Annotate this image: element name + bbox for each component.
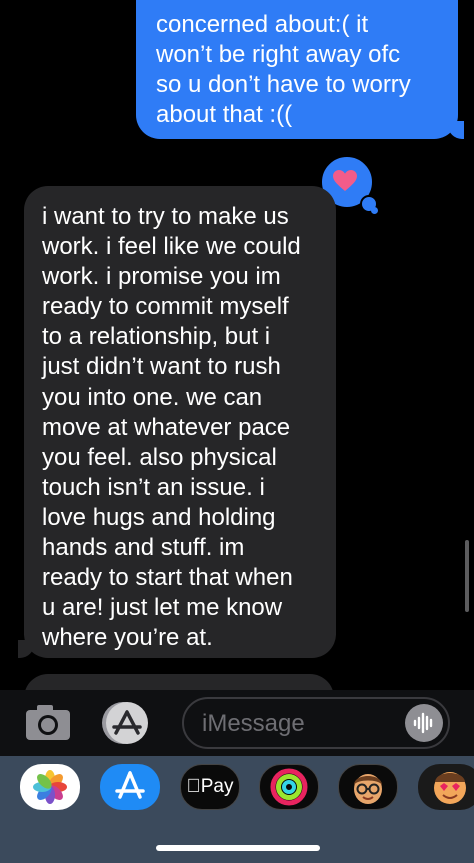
imessage-placeholder: iMessage	[202, 710, 305, 737]
audio-message-button[interactable]	[405, 704, 443, 742]
photos-app-button[interactable]	[20, 764, 80, 810]
fitness-app-button[interactable]	[259, 764, 319, 810]
scroll-indicator[interactable]	[465, 540, 469, 612]
received-message-bubble[interactable]: i want to try to make us work. i feel li…	[18, 186, 336, 658]
camera-icon	[26, 705, 70, 740]
memoji-stickers-app-button[interactable]	[418, 764, 474, 810]
memoji-app-button[interactable]	[338, 764, 398, 810]
camera-button[interactable]	[22, 700, 74, 746]
heart-icon	[333, 170, 357, 191]
apple-pay-app-button[interactable]: Pay	[180, 764, 240, 810]
sent-message-bubble[interactable]: concerned about:( it won’t be right away…	[136, 0, 464, 139]
apple-pay-label: Pay	[193, 776, 234, 797]
app-store-icon	[112, 710, 142, 735]
photos-icon	[33, 770, 67, 804]
audio-waveform-icon	[413, 712, 433, 734]
app-store-icon	[115, 771, 145, 799]
partial-message-text	[42, 682, 318, 690]
apps-button[interactable]	[102, 700, 156, 746]
received-message-bubble-partial[interactable]	[24, 674, 334, 690]
activity-rings-icon	[270, 768, 308, 806]
imessage-input[interactable]: iMessage	[182, 697, 450, 749]
memoji-icon	[354, 774, 382, 804]
conversation-view[interactable]: concerned about:( it won’t be right away…	[0, 0, 474, 690]
sticker-icon	[434, 772, 466, 804]
apple-logo-icon: 	[187, 776, 201, 797]
home-indicator[interactable]	[156, 845, 320, 851]
app-store-app-button[interactable]	[100, 764, 160, 810]
